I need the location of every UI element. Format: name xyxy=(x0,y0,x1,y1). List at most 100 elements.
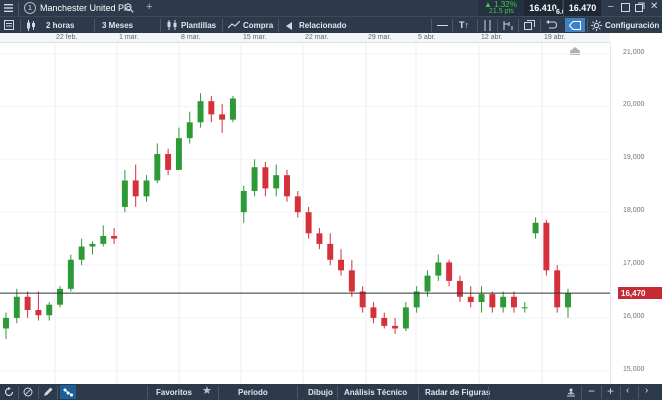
settings-button[interactable]: Configuración xyxy=(605,17,659,33)
candle-body xyxy=(35,309,42,316)
candle-body xyxy=(381,317,388,326)
candle-body xyxy=(565,293,571,308)
period-button[interactable]: Período xyxy=(238,384,268,400)
pattern-radar-button[interactable]: Radar de Figuras xyxy=(425,384,490,400)
date-tick: 12 abr. xyxy=(481,34,503,41)
date-tick: 22 mar. xyxy=(305,34,329,41)
candle-type-icon[interactable] xyxy=(26,20,36,31)
templates-button[interactable]: Plantillas xyxy=(181,17,216,33)
scroll-left-icon[interactable]: ‹ xyxy=(626,385,629,396)
candle-body xyxy=(100,235,107,244)
scroll-right-icon[interactable]: › xyxy=(645,385,648,396)
price-tick: 15,000 xyxy=(623,365,645,373)
zoom-out-icon[interactable]: − xyxy=(588,384,595,398)
candle-body xyxy=(240,191,247,213)
drawing-button[interactable]: Dibujo xyxy=(308,384,333,400)
favorites-button[interactable]: Favoritos xyxy=(156,384,192,400)
close-icon[interactable]: ✕ xyxy=(650,1,658,12)
refresh-icon[interactable] xyxy=(4,387,14,397)
date-tick: 5 abr. xyxy=(418,34,436,41)
trading-app: 1 Manchester United Plc + ▲ 1.32% 21.5 p… xyxy=(0,0,662,400)
candle-body xyxy=(186,122,193,139)
expand-icon[interactable] xyxy=(621,3,630,12)
candle-body xyxy=(143,180,150,197)
candle-body xyxy=(521,307,528,309)
date-tick: 22 feb. xyxy=(56,34,78,41)
price-tick: 17,000 xyxy=(623,260,645,268)
star-icon[interactable]: ★ xyxy=(202,384,212,397)
technical-analysis-button[interactable]: Análisis Técnico xyxy=(344,384,407,400)
date-tick: 15 mar. xyxy=(243,34,267,41)
zoom-in-icon[interactable]: + xyxy=(607,384,614,398)
candle-body xyxy=(478,294,485,303)
candle-body xyxy=(532,222,539,234)
date-axis: 22 feb. 1 mar. 8 mar. 15 mar. 22 mar. 29… xyxy=(0,33,610,43)
candle-body xyxy=(294,196,301,213)
horizontal-line-icon[interactable] xyxy=(437,25,448,26)
candle-body xyxy=(402,307,409,329)
candle-body xyxy=(435,262,442,276)
search-icon[interactable] xyxy=(124,3,134,13)
block-icon[interactable] xyxy=(23,387,33,397)
price-axis: 21,000 20,000 19,000 18,000 17,000 16,000 15,0… xyxy=(610,43,662,384)
instrument-number-badge: 1 xyxy=(24,2,36,14)
candle-body xyxy=(543,222,550,271)
text-tool-button[interactable]: T↑ xyxy=(459,17,469,33)
menu-icon[interactable] xyxy=(4,3,13,13)
compare-icon xyxy=(227,20,241,30)
candle-body xyxy=(219,114,226,120)
candle-body xyxy=(456,280,463,297)
candle-body xyxy=(500,296,507,308)
restore-icon[interactable] xyxy=(635,2,645,12)
candle-body xyxy=(413,291,420,308)
columns-icon[interactable] xyxy=(483,20,493,31)
candle-body xyxy=(89,243,96,247)
price-tick: 21,000 xyxy=(623,48,645,56)
candle-body xyxy=(338,259,345,271)
indicator-icon[interactable] xyxy=(503,20,513,31)
candle-body xyxy=(229,98,236,120)
candle-body xyxy=(316,233,323,244)
magnet-icon[interactable] xyxy=(60,385,76,399)
candle-body xyxy=(251,167,258,192)
candle-body xyxy=(165,154,172,170)
buy-price-button[interactable]: 16.470 xyxy=(563,0,601,16)
range-selector[interactable]: 3 Meses xyxy=(102,17,133,33)
pencil-icon[interactable] xyxy=(43,387,53,397)
interval-selector[interactable]: 2 horas xyxy=(46,17,74,33)
price-tick: 18,000 xyxy=(623,207,645,215)
templates-icon xyxy=(167,20,178,30)
candle-body xyxy=(111,235,118,239)
price-tick: 16,000 xyxy=(623,312,645,320)
candle-body xyxy=(424,275,431,292)
candle-body xyxy=(46,304,53,316)
current-price-tag: 16,470 xyxy=(618,287,662,300)
instrument-name[interactable]: Manchester United Plc xyxy=(40,3,131,13)
candle-body xyxy=(175,138,182,170)
fit-icon[interactable] xyxy=(566,387,576,397)
candle-body xyxy=(121,180,128,207)
compare-button[interactable]: Compra xyxy=(243,17,273,33)
related-button[interactable]: Relacionado xyxy=(299,17,347,33)
candle-body xyxy=(273,175,280,189)
candle-body xyxy=(305,212,312,234)
date-tick: 8 mar. xyxy=(181,34,201,41)
chart-toolbar: 2 horas 3 Meses Plantillas Compra Relaci… xyxy=(0,16,662,33)
window-icon[interactable] xyxy=(524,20,535,30)
candle-body xyxy=(554,270,561,308)
price-tick: 20,000 xyxy=(623,101,645,109)
label-tool-icon[interactable] xyxy=(565,18,585,32)
candle-body xyxy=(392,325,399,329)
related-icon xyxy=(285,21,295,31)
candle-body xyxy=(359,291,366,308)
minimize-icon[interactable]: – xyxy=(608,1,614,12)
undo-icon[interactable] xyxy=(546,20,558,30)
gear-icon xyxy=(591,20,602,31)
candle-body xyxy=(262,167,269,189)
layout-icon[interactable] xyxy=(4,20,14,30)
candle-body xyxy=(57,288,64,305)
date-tick: 1 mar. xyxy=(119,34,139,41)
add-tab-icon[interactable]: + xyxy=(146,1,152,13)
candle-body xyxy=(348,270,355,292)
price-chart[interactable] xyxy=(0,43,610,384)
